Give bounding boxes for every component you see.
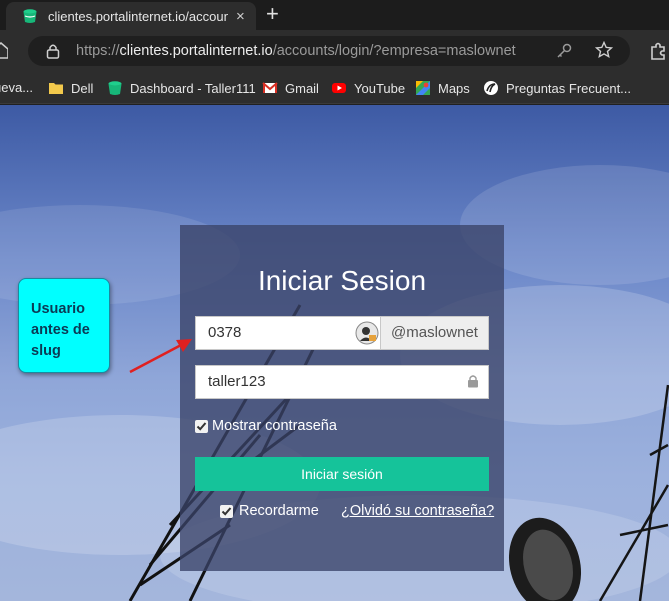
slug-addon: @maslownet [381,316,489,350]
bookmark-label: Preguntas Frecuent... [506,80,632,96]
maps-icon [416,81,430,95]
bookmark-preguntas[interactable]: Preguntas Frecuent... [483,80,631,96]
bookmarks-bar: ueva... Dell Dashboard - Taller111 Gmail… [0,72,669,104]
key-icon[interactable] [556,43,572,59]
url-path: /accounts/login/?empresa=maslownet [272,43,516,59]
login-submit-button[interactable]: Iniciar sesión [195,457,489,491]
password-manager-icon[interactable] [355,321,379,345]
bookmark-label: Dell [71,80,94,96]
bookmark-label: Dashboard - Taller111 [130,80,256,96]
bookmark-label: YouTube [354,80,406,96]
address-bar[interactable]: https://clientes.portalinternet.io/accou… [28,36,630,66]
remember-me-checkbox[interactable]: Recordarme [220,503,319,519]
bookmark-label: Gmail [285,80,319,96]
username-input[interactable]: 0378 [195,316,381,350]
bookmark-dashboard[interactable]: Dashboard - Taller111 [107,80,256,96]
help-icon [484,81,498,95]
url-host: clientes.portalinternet.io [119,43,273,59]
bookmark-gmail[interactable]: Gmail [262,80,319,96]
new-tab-button[interactable]: + [266,3,279,25]
bucket-favicon-icon [23,9,37,23]
bucket-icon [108,81,122,95]
gmail-icon [262,82,278,93]
show-password-checkbox[interactable]: Mostrar contraseña [195,418,337,434]
show-password-label: Mostrar contraseña [212,418,337,434]
login-panel: Iniciar Sesion 0378 @maslownet taller123… [180,225,504,571]
tab-title: clientes.portalinternet.io/accounts [48,8,228,24]
url-prefix: https:// [76,43,120,59]
login-title: Iniciar Sesion [257,265,427,296]
bookmark-label: ueva... [0,80,34,95]
forgot-password-link[interactable]: ¿Olvidó su contraseña? [341,503,494,519]
tab-close-icon[interactable]: × [236,8,245,25]
bookmark-dell[interactable]: Dell [48,80,93,96]
annotation-callout: Usuario antes de slug [18,278,110,373]
browser-toolbar: https://clientes.portalinternet.io/accou… [0,30,669,72]
checkbox-checked-icon[interactable] [195,419,208,433]
active-tab[interactable]: clientes.portalinternet.io/accounts × [6,2,256,30]
url-text[interactable]: https://clientes.portalinternet.io/accou… [76,43,516,59]
extensions-icon[interactable] [648,41,668,61]
home-icon[interactable] [0,41,8,59]
bookmark-nueva[interactable]: ueva... [0,80,33,95]
bookmark-youtube[interactable]: YouTube [331,80,405,96]
checkbox-checked-icon[interactable] [220,504,233,518]
folder-icon [49,83,63,94]
star-icon[interactable] [595,41,613,59]
tab-strip: clientes.portalinternet.io/accounts × + [0,0,669,30]
remember-me-label: Recordarme [239,503,319,519]
youtube-icon [332,83,346,93]
password-input[interactable]: taller123 [195,365,489,399]
lock-icon[interactable] [46,43,60,59]
bookmark-label: Maps [438,80,470,96]
lock-icon [468,375,478,388]
bookmark-maps[interactable]: Maps [415,80,470,96]
